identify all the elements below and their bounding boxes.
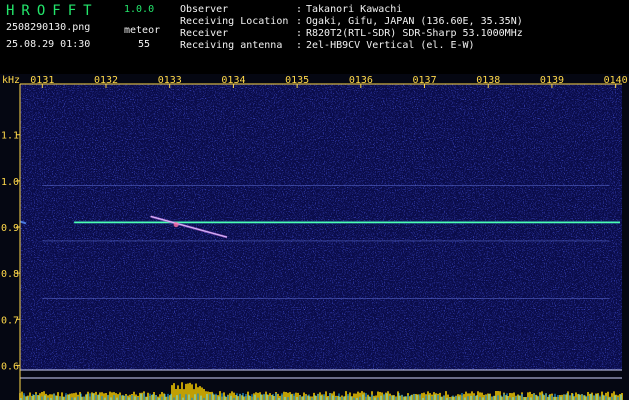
y-tick-label: 0.6 bbox=[1, 361, 19, 372]
meteor-count: 55 bbox=[138, 39, 151, 50]
info-value-receiver: R820T2(RTL-SDR) SDR-Sharp 53.1000MHz bbox=[306, 28, 523, 39]
app-version: 1.0.0 bbox=[124, 4, 155, 15]
y-tick-label: 0.8 bbox=[1, 269, 19, 280]
info-value-antenna: 2el-HB9CV Vertical (el. E-W) bbox=[306, 40, 475, 51]
x-tick-label: 0138 bbox=[476, 75, 500, 86]
meteor-label: meteor bbox=[124, 25, 161, 36]
app-name: HROFFT bbox=[6, 3, 99, 19]
info-value-observer: Takanori Kawachi bbox=[306, 4, 403, 15]
info-colon: : bbox=[296, 40, 303, 51]
x-tick-label: 0135 bbox=[285, 75, 309, 86]
info-colon: : bbox=[296, 28, 303, 39]
y-tick-label: 1.1 bbox=[1, 131, 19, 142]
x-tick-label: 0137 bbox=[413, 75, 437, 86]
x-tick-label: 0132 bbox=[94, 75, 118, 86]
file-name: 2508290130.png bbox=[6, 22, 91, 33]
x-tick-label: 0134 bbox=[221, 75, 245, 86]
y-tick-label: 0.9 bbox=[1, 223, 19, 234]
header-panel: HROFFT 1.0.0 2508290130.png 25.08.29 01:… bbox=[0, 0, 629, 74]
noise-texture bbox=[20, 84, 622, 370]
x-tick-label: 0136 bbox=[349, 75, 373, 86]
y-tick-label: 0.7 bbox=[1, 315, 19, 326]
info-colon: : bbox=[296, 4, 303, 15]
x-tick-label: 0140 bbox=[604, 75, 628, 86]
spectrogram-chart: 0131 0132 0133 0134 0135 0136 0137 0138 0139 0140… bbox=[0, 74, 629, 400]
carrier-group bbox=[19, 220, 620, 225]
y-tick-label: 1.0 bbox=[1, 177, 19, 188]
x-tick-label: 0139 bbox=[540, 75, 564, 86]
y-axis-unit-label: kHz bbox=[2, 75, 20, 86]
x-tick-label: 0133 bbox=[158, 75, 182, 86]
info-colon: : bbox=[296, 16, 303, 27]
file-datetime: 25.08.29 01:30 bbox=[6, 39, 91, 50]
info-value-location: Ogaki, Gifu, JAPAN (136.60E, 35.35N) bbox=[306, 16, 523, 27]
info-label-observer: Observer bbox=[180, 4, 229, 15]
info-label-antenna: Receiving antenna bbox=[180, 40, 283, 51]
x-tick-label: 0131 bbox=[30, 75, 54, 86]
info-label-location: Receiving Location bbox=[180, 16, 289, 27]
info-label-receiver: Receiver bbox=[180, 28, 229, 39]
meteor-echo-head bbox=[173, 222, 179, 228]
